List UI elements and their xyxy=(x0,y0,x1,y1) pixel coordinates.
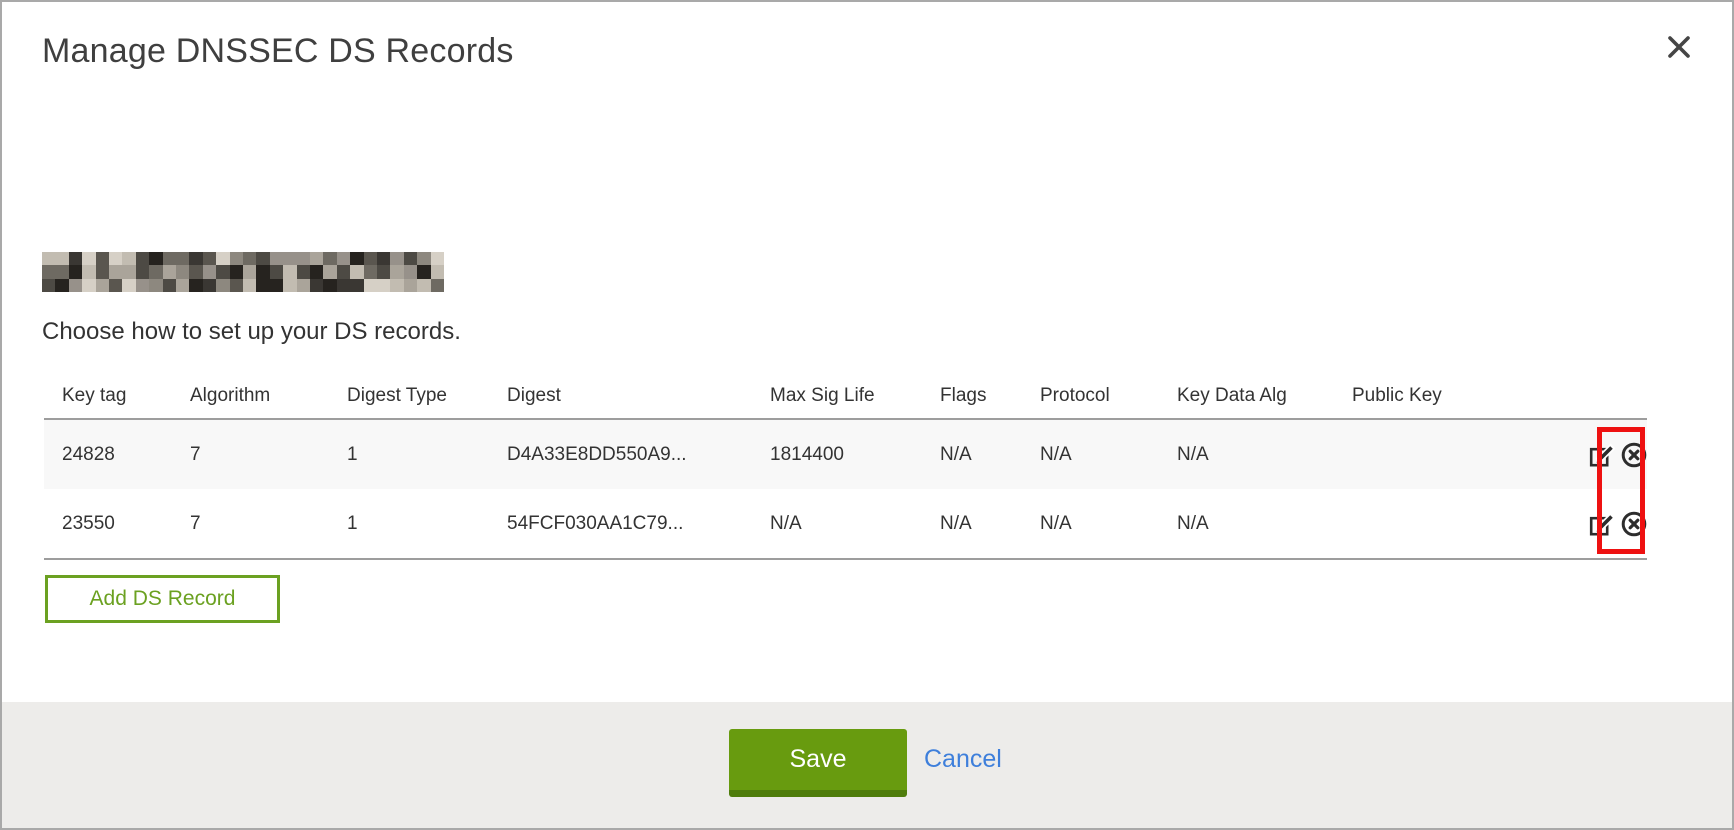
cell-max-sig-life: 1814400 xyxy=(752,419,922,489)
redacted-domain-name xyxy=(42,252,444,292)
row-actions xyxy=(1534,419,1647,489)
close-x-glyph xyxy=(1666,34,1692,60)
column-header-flags: Flags xyxy=(922,374,1022,419)
table-header-row: Key tagAlgorithmDigest TypeDigestMax Sig… xyxy=(44,374,1647,419)
ds-records-table: Key tagAlgorithmDigest TypeDigestMax Sig… xyxy=(44,374,1647,560)
cell-digest-type: 1 xyxy=(329,419,489,489)
cell-digest: D4A33E8DD550A9... xyxy=(489,419,752,489)
add-ds-record-button[interactable]: Add DS Record xyxy=(45,575,280,623)
modal-footer: Save Cancel xyxy=(2,702,1732,828)
close-icon[interactable] xyxy=(1662,30,1696,64)
column-header-digest: Digest xyxy=(489,374,752,419)
cell-digest: 54FCF030AA1C79... xyxy=(489,489,752,559)
dnssec-modal: Manage DNSSEC DS Records Choose how to s… xyxy=(0,0,1734,830)
cell-algorithm: 7 xyxy=(172,419,329,489)
cancel-button[interactable]: Cancel xyxy=(924,729,1002,790)
column-header-protocol: Protocol xyxy=(1022,374,1159,419)
instruction-text: Choose how to set up your DS records. xyxy=(42,318,461,346)
row-actions xyxy=(1534,489,1647,559)
column-header-public-key: Public Key xyxy=(1334,374,1534,419)
cell-flags: N/A xyxy=(922,489,1022,559)
cell-key-data-alg: N/A xyxy=(1159,489,1334,559)
delete-record-icon[interactable] xyxy=(1621,442,1647,468)
cell-protocol: N/A xyxy=(1022,489,1159,559)
column-header-digest-type: Digest Type xyxy=(329,374,489,419)
column-header-algorithm: Algorithm xyxy=(172,374,329,419)
cell-key-tag: 24828 xyxy=(44,419,172,489)
cell-key-tag: 23550 xyxy=(44,489,172,559)
save-button[interactable]: Save xyxy=(729,729,907,797)
cell-protocol: N/A xyxy=(1022,419,1159,489)
cell-public-key xyxy=(1334,419,1534,489)
edit-record-icon[interactable] xyxy=(1589,511,1615,537)
cell-algorithm: 7 xyxy=(172,489,329,559)
edit-record-icon[interactable] xyxy=(1589,442,1615,468)
cell-max-sig-life: N/A xyxy=(752,489,922,559)
column-header-max-sig-life: Max Sig Life xyxy=(752,374,922,419)
cell-public-key xyxy=(1334,489,1534,559)
delete-record-icon[interactable] xyxy=(1621,511,1647,537)
page-title: Manage DNSSEC DS Records xyxy=(42,32,514,71)
table-row: 235507154FCF030AA1C79...N/AN/AN/AN/A xyxy=(44,489,1647,559)
column-header-key-data-alg: Key Data Alg xyxy=(1159,374,1334,419)
column-header-key-tag: Key tag xyxy=(44,374,172,419)
cell-flags: N/A xyxy=(922,419,1022,489)
column-header-actions xyxy=(1534,374,1647,419)
cell-digest-type: 1 xyxy=(329,489,489,559)
cell-key-data-alg: N/A xyxy=(1159,419,1334,489)
table-row: 2482871D4A33E8DD550A9...1814400N/AN/AN/A xyxy=(44,419,1647,489)
